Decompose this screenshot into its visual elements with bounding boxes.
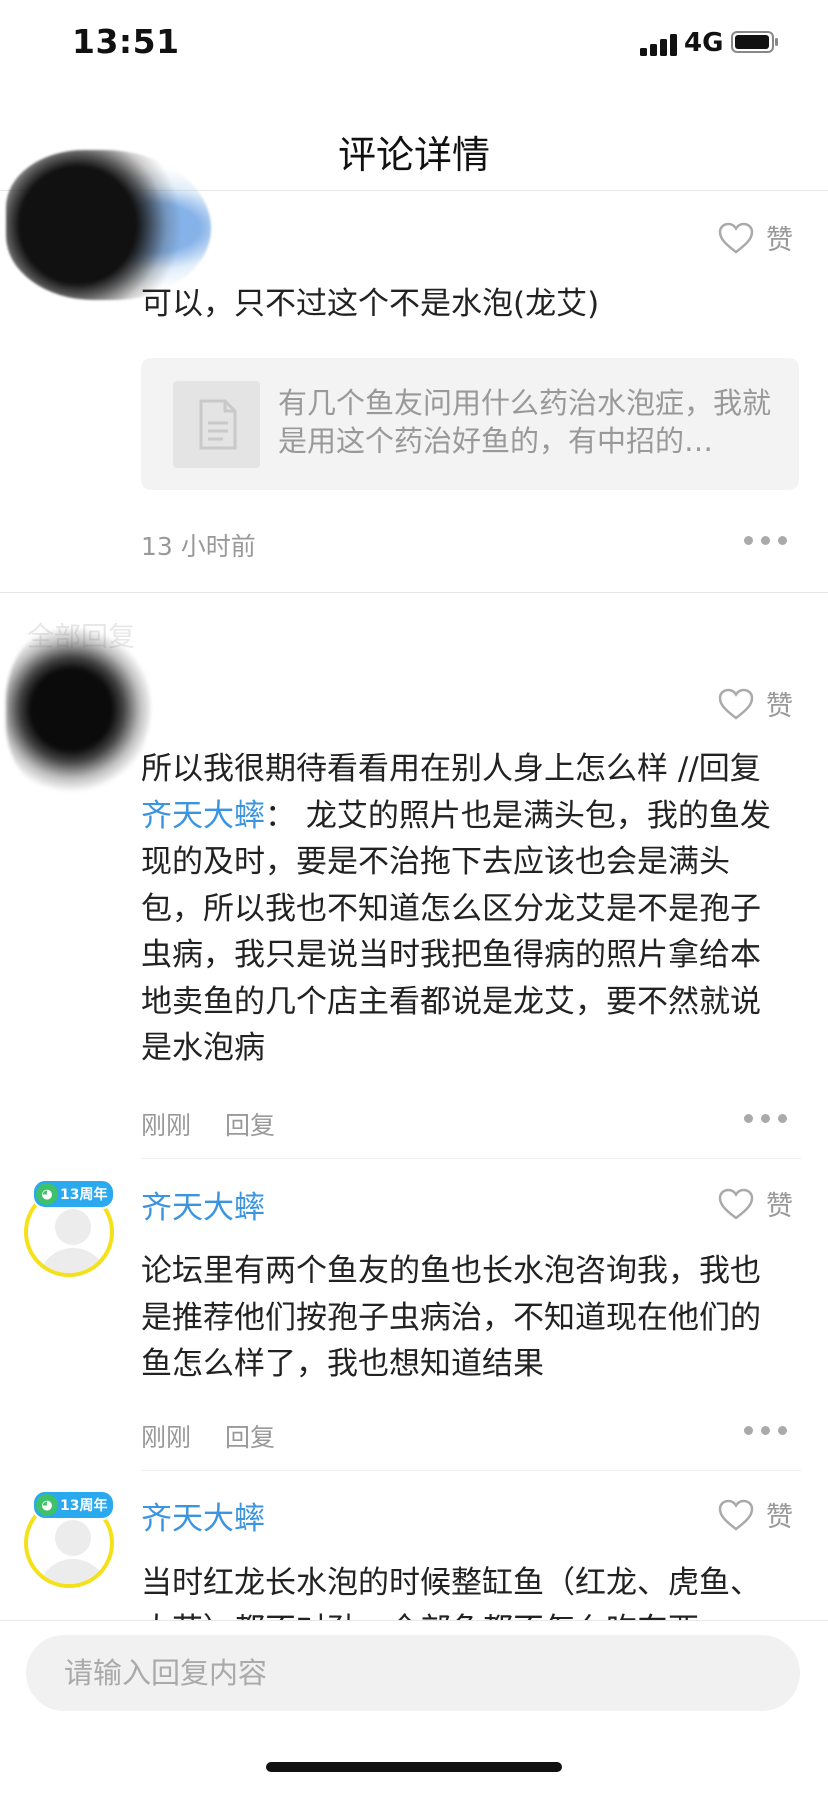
reply-input[interactable] [26,1635,800,1711]
reply-button[interactable]: 回复 [225,1106,275,1142]
section-divider [0,592,828,593]
reply-text: 论坛里有两个鱼友的鱼也长水泡咨询我，我也是推荐他们按孢子虫病治，不知道现在他们的… [141,1253,761,1382]
heart-icon [718,1499,754,1531]
more-options-icon[interactable] [744,1114,787,1123]
like-button[interactable]: 赞 [718,1495,793,1534]
heart-icon [718,1188,754,1220]
battery-icon [731,31,778,53]
reply-text-part: ： 龙艾的照片也是满头包，我的鱼发现的及时，要是不治拖下去应该也会是满头包，所以… [141,797,771,1067]
like-label: 赞 [766,1191,793,1222]
reply-text: 所以我很期待看看用在别人身上怎么样 //回复 齐天大蟀： 龙艾的照片也是满头包，… [141,746,781,1072]
mention-link[interactable]: 齐天大蟀 [141,798,265,834]
network-type: 4G [684,28,724,58]
quoted-post-text: 有几个鱼友问用什么药治水泡症，我就是用这个药治好鱼的，有中招的… [278,386,772,458]
anniversary-badge: ◕ 13周年 [32,1490,116,1520]
anniversary-badge: ◕ 13周年 [32,1179,116,1209]
like-label: 赞 [766,1502,793,1533]
reply-time: 刚刚 [141,1423,192,1452]
reply-time: 刚刚 [141,1111,192,1140]
like-label: 赞 [766,691,793,722]
heart-icon [718,688,754,720]
status-time: 13:51 [72,22,180,61]
more-options-icon[interactable] [744,536,787,545]
signal-icon [640,34,677,56]
row-divider [141,1470,801,1471]
avatar[interactable]: ◕ 13周年 [22,1179,122,1279]
document-icon [199,399,237,450]
home-indicator[interactable] [266,1762,562,1772]
comment-time: 13 小时前 [141,532,256,561]
username[interactable]: 齐天大蟀 [141,1182,265,1227]
avatar[interactable]: ◕ 13周年 [22,1490,122,1590]
username[interactable]: 齐天大蟀 [141,1493,265,1538]
like-label: 赞 [766,225,793,256]
avatar[interactable] [6,622,151,797]
mascot-icon: ◕ [36,1183,58,1205]
like-button[interactable]: 赞 [718,684,793,723]
more-options-icon[interactable] [744,1426,787,1435]
like-button[interactable]: 赞 [718,218,793,257]
mascot-icon: ◕ [36,1494,58,1516]
comment-text: 可以，只不过这个不是水泡(龙艾) [141,286,600,322]
like-button[interactable]: 赞 [718,1184,793,1223]
heart-icon [718,222,754,254]
reply-text-part: 所以我很期待看看用在别人身上怎么样 //回复 [141,751,761,787]
badge-label: 13周年 [60,1498,108,1514]
reply-button[interactable]: 回复 [225,1418,275,1454]
document-thumbnail [173,381,260,468]
row-divider [141,1158,801,1159]
badge-label: 13周年 [60,1187,108,1203]
